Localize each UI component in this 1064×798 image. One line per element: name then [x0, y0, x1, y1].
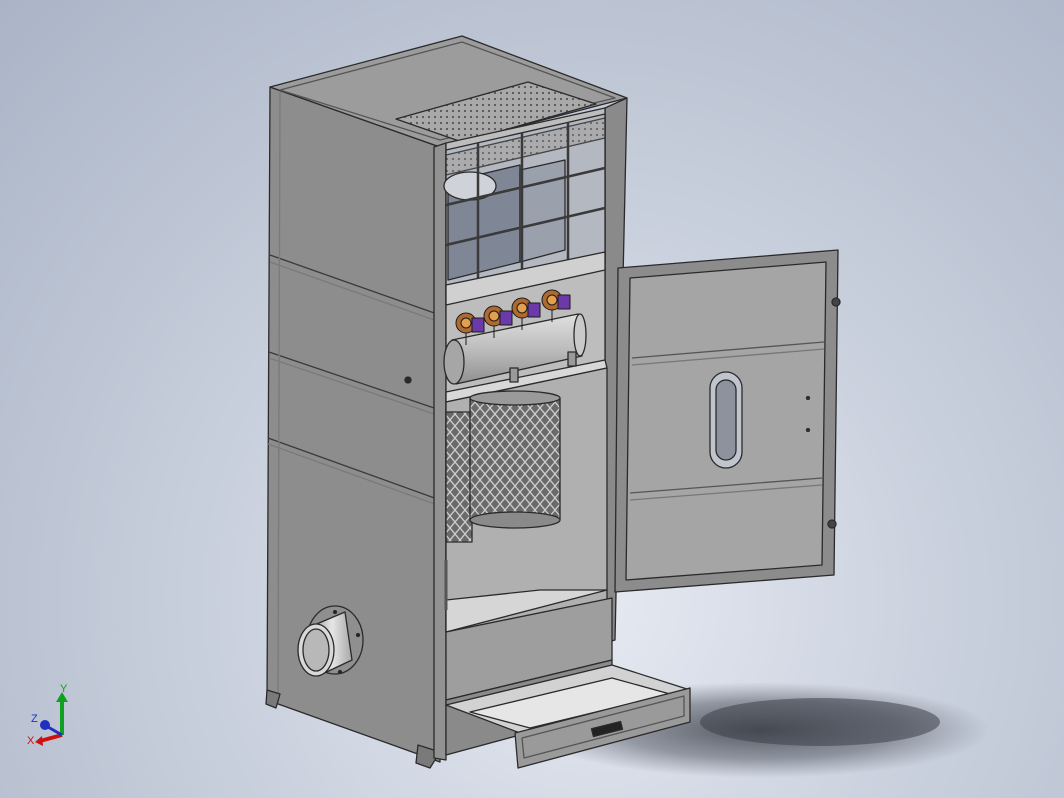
door-hinge-top[interactable]: [831, 297, 841, 307]
z-axis-label: Z: [31, 713, 38, 725]
side-screw: [404, 376, 412, 384]
leg-left: [265, 689, 281, 709]
cad-viewport[interactable]: Y Z X: [0, 0, 1064, 798]
x-axis-arrow: [35, 736, 43, 746]
axis-triad: Y Z X: [27, 683, 68, 747]
filter-cartridges[interactable]: [445, 390, 561, 543]
floor-shadow-inner: [700, 698, 940, 746]
filter-cartridge-front[interactable]: [469, 397, 561, 521]
x-axis-label: X: [27, 735, 35, 747]
door-hinge-bottom[interactable]: [827, 519, 837, 529]
x-axis-line: [39, 733, 63, 743]
open-door[interactable]: [614, 249, 841, 593]
front-left-post: [433, 142, 447, 761]
cabinet[interactable]: [265, 35, 628, 769]
dust-collector-model[interactable]: Y Z X: [0, 0, 1064, 798]
filter-cartridge-rear[interactable]: [445, 411, 473, 543]
y-axis-label: Y: [60, 683, 68, 695]
